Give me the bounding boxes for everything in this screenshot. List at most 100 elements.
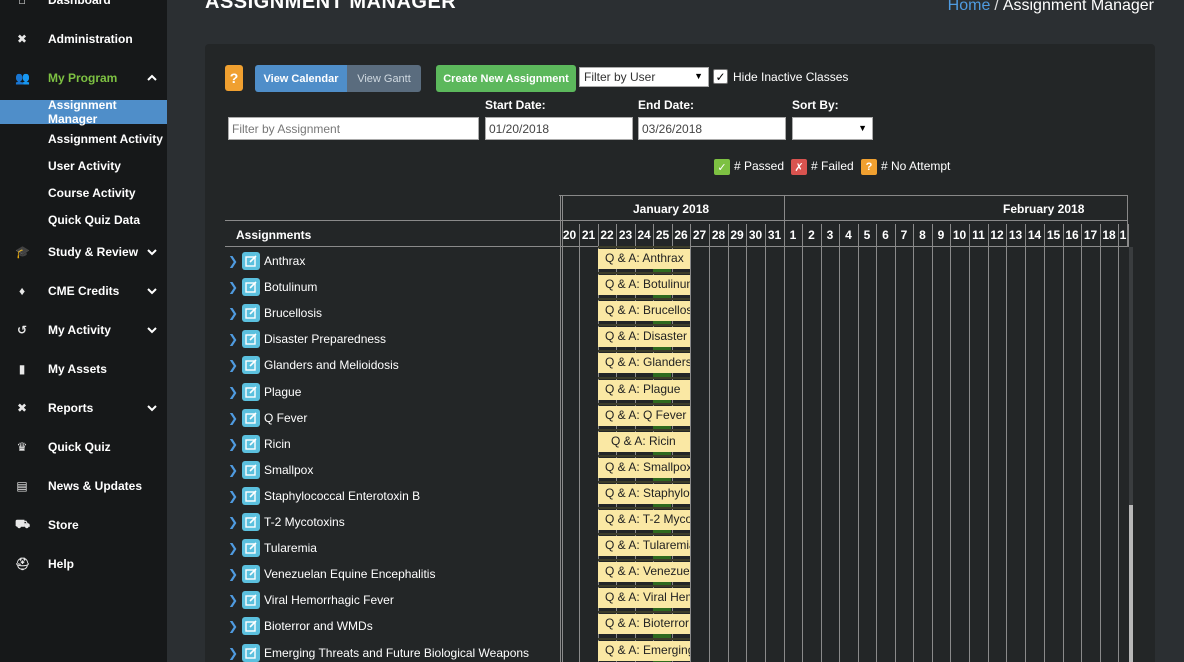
- sidebar-item-cme-credits[interactable]: ♦ CME Credits: [0, 278, 167, 304]
- assignment-name[interactable]: Anthrax: [264, 254, 305, 268]
- edit-icon[interactable]: [242, 591, 260, 610]
- sidebar-item-quick-quiz[interactable]: ♛ Quick Quiz: [0, 434, 167, 460]
- chevron-right-icon[interactable]: ❯: [228, 619, 238, 633]
- vertical-scroll-track[interactable]: [1129, 247, 1133, 505]
- assignment-name[interactable]: Plague: [264, 385, 301, 399]
- sidebar-subitem-assignment-manager[interactable]: Assignment Manager: [0, 98, 167, 126]
- assignment-row[interactable]: ❯ T-2 Mycotoxins: [225, 511, 559, 537]
- assignment-row[interactable]: ❯ Disaster Preparedness: [225, 328, 559, 354]
- edit-icon[interactable]: [242, 278, 260, 297]
- assignment-row[interactable]: ❯ Glanders and Melioidosis: [225, 354, 559, 380]
- edit-icon[interactable]: [242, 643, 260, 662]
- assignment-name[interactable]: Viral Hemorrhagic Fever: [264, 593, 394, 607]
- gantt-bar[interactable]: Q & A: Bioterror and WMDs: [598, 614, 690, 635]
- sidebar-item-study-review[interactable]: 🎓 Study & Review: [0, 239, 167, 265]
- assignment-name[interactable]: Disaster Preparedness: [264, 332, 386, 346]
- edit-icon[interactable]: [242, 408, 260, 427]
- gantt-bar[interactable]: Q & A: Q Fever: [598, 405, 690, 426]
- chevron-right-icon[interactable]: ❯: [228, 489, 238, 503]
- gantt-bar[interactable]: Q & A: Anthrax: [598, 249, 690, 269]
- assignment-row[interactable]: ❯ Venezuelan Equine Encephalitis: [225, 563, 559, 589]
- assignment-row[interactable]: ❯ Smallpox: [225, 459, 559, 485]
- gantt-bar[interactable]: Q & A: Staphylococcal Enterotoxin B: [598, 483, 690, 504]
- sidebar-subitem-assignment-activity[interactable]: Assignment Activity: [0, 127, 167, 151]
- create-assignment-button[interactable]: Create New Assignment: [436, 65, 576, 92]
- assignment-row[interactable]: ❯ Emerging Threats and Future Biological …: [225, 642, 559, 662]
- assignment-name[interactable]: Q Fever: [264, 411, 307, 425]
- view-calendar-button[interactable]: View Calendar: [255, 65, 347, 92]
- chevron-right-icon[interactable]: ❯: [228, 358, 238, 372]
- assignment-name[interactable]: Botulinum: [264, 280, 317, 294]
- edit-icon[interactable]: [242, 513, 260, 531]
- assignment-row[interactable]: ❯ Staphylococcal Enterotoxin B: [225, 485, 559, 511]
- chevron-right-icon[interactable]: ❯: [228, 646, 238, 660]
- assignment-row[interactable]: ❯ Bioterror and WMDs: [225, 615, 559, 641]
- gantt-bar[interactable]: Q & A: Emerging Threats and Future Biolo…: [598, 640, 690, 661]
- edit-icon[interactable]: [242, 565, 260, 584]
- chevron-right-icon[interactable]: ❯: [228, 411, 238, 425]
- gantt-bar[interactable]: Q & A: Viral Hemorrhagic Fever: [598, 588, 690, 609]
- edit-icon[interactable]: [242, 304, 260, 323]
- chevron-right-icon[interactable]: ❯: [228, 515, 238, 529]
- gantt-bar[interactable]: Q & A: Botulinum: [598, 275, 690, 296]
- assignment-name[interactable]: Ricin: [264, 437, 291, 451]
- assignment-name[interactable]: Smallpox: [264, 463, 313, 477]
- sidebar-item-my-program[interactable]: 👥 My Program: [0, 65, 167, 91]
- filter-user-select[interactable]: Filter by User ▼: [579, 67, 709, 87]
- edit-icon[interactable]: [242, 539, 260, 558]
- gantt-bar[interactable]: Q & A: Plague: [598, 379, 690, 400]
- edit-icon[interactable]: [242, 486, 260, 505]
- vertical-scrollbar-thumb[interactable]: [1129, 505, 1133, 662]
- sidebar-item-help[interactable]: ⛑ Help: [0, 551, 167, 577]
- gantt-bar[interactable]: Q & A: T-2 Mycotoxins: [598, 510, 690, 530]
- gantt-bar[interactable]: Q & A: Tularemia: [598, 536, 690, 557]
- assignment-row[interactable]: ❯ Anthrax: [225, 250, 559, 276]
- assignment-row[interactable]: ❯ Botulinum: [225, 276, 559, 302]
- sidebar-item-administration[interactable]: ✖ Administration: [0, 26, 167, 52]
- sidebar-item-reports[interactable]: ✖ Reports: [0, 395, 167, 421]
- gantt-bar[interactable]: Q & A: Glanders and Melioidosis: [598, 353, 690, 374]
- assignment-name[interactable]: Bioterror and WMDs: [264, 619, 373, 633]
- edit-icon[interactable]: [242, 252, 260, 270]
- chevron-right-icon[interactable]: ❯: [228, 463, 238, 477]
- edit-icon[interactable]: [242, 356, 260, 375]
- assignment-name[interactable]: Emerging Threats and Future Biological W…: [264, 646, 529, 660]
- edit-icon[interactable]: [242, 330, 260, 349]
- assignment-row[interactable]: ❯ Ricin: [225, 433, 559, 459]
- chevron-right-icon[interactable]: ❯: [228, 332, 238, 346]
- assignment-name[interactable]: Tularemia: [264, 541, 317, 555]
- assignment-row[interactable]: ❯ Tularemia: [225, 537, 559, 563]
- gantt-bar[interactable]: Q & A: Disaster Preparedness: [598, 327, 690, 348]
- sidebar-subitem-user-activity[interactable]: User Activity: [0, 154, 167, 178]
- sidebar-item-my-activity[interactable]: ↺ My Activity: [0, 317, 167, 343]
- view-gantt-button[interactable]: View Gantt: [347, 65, 421, 92]
- chevron-right-icon[interactable]: ❯: [228, 593, 238, 607]
- chevron-right-icon[interactable]: ❯: [228, 306, 238, 320]
- chevron-right-icon[interactable]: ❯: [228, 385, 238, 399]
- help-button[interactable]: ?: [225, 65, 243, 91]
- assignment-name[interactable]: T-2 Mycotoxins: [264, 515, 345, 529]
- assignment-row[interactable]: ❯ Viral Hemorrhagic Fever: [225, 589, 559, 615]
- edit-icon[interactable]: [242, 460, 260, 479]
- start-date-input[interactable]: 01/20/2018: [485, 117, 633, 140]
- assignment-name[interactable]: Brucellosis: [264, 306, 322, 320]
- chevron-right-icon[interactable]: ❯: [228, 280, 238, 294]
- sort-by-select[interactable]: ▼: [792, 117, 873, 140]
- filter-assignment-input[interactable]: Filter by Assignment: [228, 117, 479, 140]
- sidebar-subitem-quick-quiz-data[interactable]: Quick Quiz Data: [0, 208, 167, 232]
- chevron-right-icon[interactable]: ❯: [228, 567, 238, 581]
- chevron-right-icon[interactable]: ❯: [228, 437, 238, 451]
- edit-icon[interactable]: [242, 617, 260, 636]
- chevron-right-icon[interactable]: ❯: [228, 541, 238, 555]
- gantt-bar[interactable]: Q & A: Ricin: [598, 431, 690, 452]
- assignment-row[interactable]: ❯ Plague: [225, 381, 559, 407]
- gantt-bar[interactable]: Q & A: Smallpox: [598, 457, 690, 478]
- edit-icon[interactable]: [242, 434, 260, 453]
- assignment-row[interactable]: ❯ Q Fever: [225, 407, 559, 433]
- gantt-bar[interactable]: Q & A: Venezuelan Equine Encephalitis: [598, 562, 690, 583]
- edit-icon[interactable]: [242, 382, 260, 401]
- sidebar-item-dashboard[interactable]: ⌂ Dashboard: [0, 0, 167, 13]
- assignment-name[interactable]: Glanders and Melioidosis: [264, 358, 399, 372]
- end-date-input[interactable]: 03/26/2018: [638, 117, 786, 140]
- chevron-right-icon[interactable]: ❯: [228, 254, 238, 268]
